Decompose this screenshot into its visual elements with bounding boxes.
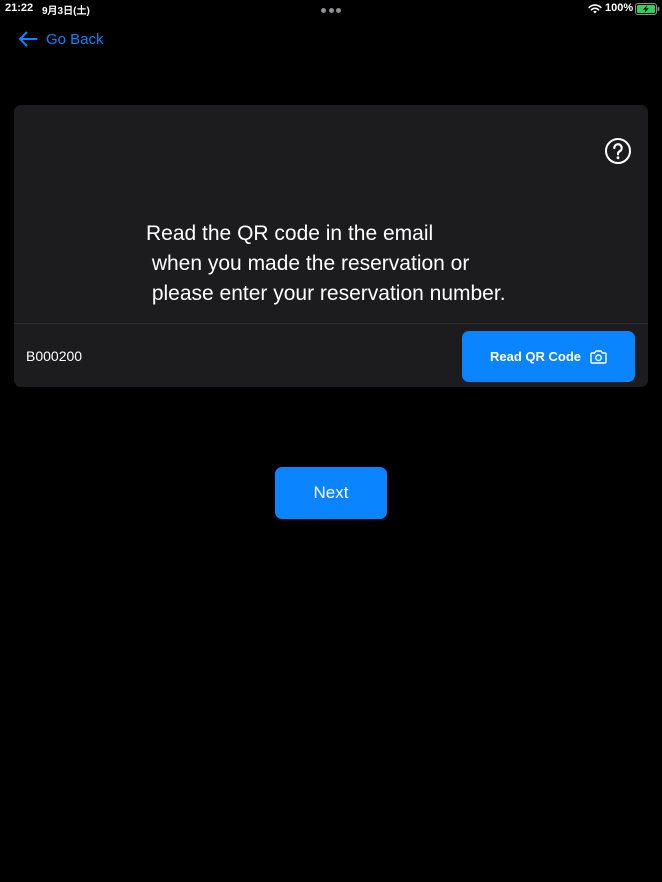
wifi-icon	[588, 4, 602, 14]
go-back-label: Go Back	[46, 30, 104, 48]
question-circle-icon[interactable]	[604, 137, 632, 165]
battery-charging-icon	[635, 3, 660, 15]
reservation-number-input[interactable]	[26, 341, 446, 371]
divider	[14, 323, 648, 324]
multitask-dots-icon[interactable]	[321, 8, 341, 13]
status-bar: 21:22 9月3日(土) 100%	[0, 0, 662, 18]
reservation-card: Read the QR code in the email when you m…	[14, 105, 648, 387]
status-date: 9月3日(土)	[42, 6, 90, 17]
next-button[interactable]: Next	[275, 467, 387, 519]
camera-icon	[590, 349, 607, 364]
battery-percentage: 100%	[605, 2, 634, 14]
instruction-text: Read the QR code in the email when you m…	[146, 222, 506, 305]
read-qr-code-button[interactable]: Read QR Code	[462, 331, 635, 382]
arrow-left-icon	[19, 31, 38, 47]
go-back-button[interactable]: Go Back	[18, 28, 104, 50]
read-qr-code-label: Read QR Code	[489, 349, 581, 364]
status-time: 21:22	[5, 2, 34, 14]
